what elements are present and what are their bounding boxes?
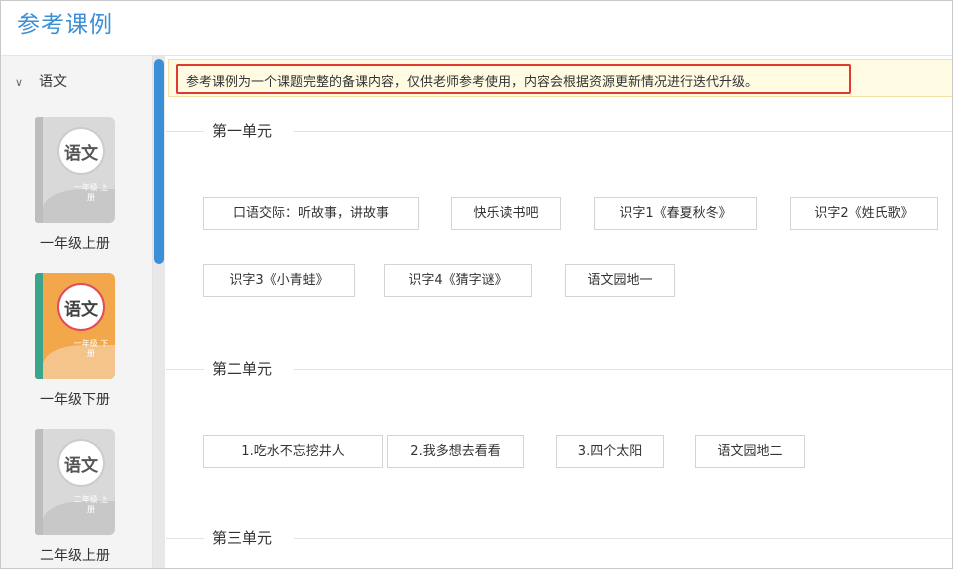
unit-heading-2: 第二单元 bbox=[166, 358, 952, 380]
book-spine bbox=[35, 273, 43, 379]
lesson-button[interactable]: 3.四个太阳 bbox=[556, 435, 664, 468]
unit-title: 第三单元 bbox=[212, 529, 273, 547]
lesson-button[interactable]: 识字4《猜字谜》 bbox=[384, 264, 532, 297]
cover-title: 语文 bbox=[64, 300, 98, 320]
lesson-button[interactable]: 语文园地二 bbox=[695, 435, 805, 468]
subject-label: 语文 bbox=[39, 74, 67, 90]
unit-heading-1: 第一单元 bbox=[166, 120, 952, 142]
chevron-down-icon: ∨ bbox=[15, 76, 24, 89]
lesson-button[interactable]: 2.我多想去看看 bbox=[387, 435, 524, 468]
lesson-button[interactable]: 1.吃水不忘挖井人 bbox=[203, 435, 383, 468]
book-item-grade1-vol2[interactable]: 语文 一年级 下册 一年级下册 bbox=[25, 273, 125, 409]
main-content: 参考课例为一个课题完整的备课内容，仅供老师参考使用，内容会根据资源更新情况进行迭… bbox=[166, 56, 952, 568]
notice-bar: 参考课例为一个课题完整的备课内容，仅供老师参考使用，内容会根据资源更新情况进行迭… bbox=[168, 59, 952, 97]
book-label: 一年级上册 bbox=[40, 236, 110, 252]
app-window: 参考课例 ∨ 语文 语文 一年级 上册 一年级上册 语文 一年级 下册 一年级下… bbox=[0, 0, 953, 569]
notice-text: 参考课例为一个课题完整的备课内容，仅供老师参考使用，内容会根据资源更新情况进行迭… bbox=[186, 75, 759, 90]
unit-heading-3: 第三单元 bbox=[166, 527, 952, 549]
book-cover: 语文 一年级 上册 bbox=[35, 117, 115, 223]
cover-grade: 一年级 下册 bbox=[73, 339, 109, 358]
book-item-grade1-vol1[interactable]: 语文 一年级 上册 一年级上册 bbox=[25, 117, 125, 253]
sidebar-scrollbar-thumb[interactable] bbox=[154, 59, 164, 264]
divider bbox=[166, 131, 204, 132]
book-label: 二年级上册 bbox=[40, 548, 110, 564]
divider bbox=[294, 369, 952, 370]
cover-grade: 二年级 上册 bbox=[73, 495, 109, 514]
unit-title: 第一单元 bbox=[212, 122, 273, 140]
book-label: 一年级下册 bbox=[40, 392, 110, 408]
page-header: 参考课例 bbox=[1, 1, 952, 56]
lesson-button[interactable]: 识字1《春夏秋冬》 bbox=[594, 197, 757, 230]
sidebar: ∨ 语文 语文 一年级 上册 一年级上册 语文 一年级 下册 一年级下册 语文 … bbox=[1, 56, 153, 568]
page-title: 参考课例 bbox=[17, 12, 113, 38]
divider bbox=[166, 369, 204, 370]
lesson-button[interactable]: 识字3《小青蛙》 bbox=[203, 264, 355, 297]
cover-grade: 一年级 上册 bbox=[73, 183, 109, 202]
lesson-button[interactable]: 识字2《姓氏歌》 bbox=[790, 197, 938, 230]
lesson-button[interactable]: 语文园地一 bbox=[565, 264, 675, 297]
book-cover: 语文 二年级 上册 bbox=[35, 429, 115, 535]
book-spine bbox=[35, 117, 43, 223]
book-spine bbox=[35, 429, 43, 535]
divider bbox=[294, 131, 952, 132]
book-cover: 语文 一年级 下册 bbox=[35, 273, 115, 379]
unit-title: 第二单元 bbox=[212, 360, 273, 378]
lesson-button[interactable]: 口语交际：听故事，讲故事 bbox=[203, 197, 419, 230]
divider bbox=[294, 538, 952, 539]
divider bbox=[166, 538, 204, 539]
subject-toggle[interactable]: ∨ 语文 bbox=[15, 71, 67, 91]
cover-title: 语文 bbox=[64, 456, 98, 476]
cover-title: 语文 bbox=[64, 144, 98, 164]
lesson-button[interactable]: 快乐读书吧 bbox=[451, 197, 561, 230]
book-item-grade2-vol1[interactable]: 语文 二年级 上册 二年级上册 bbox=[25, 429, 125, 565]
